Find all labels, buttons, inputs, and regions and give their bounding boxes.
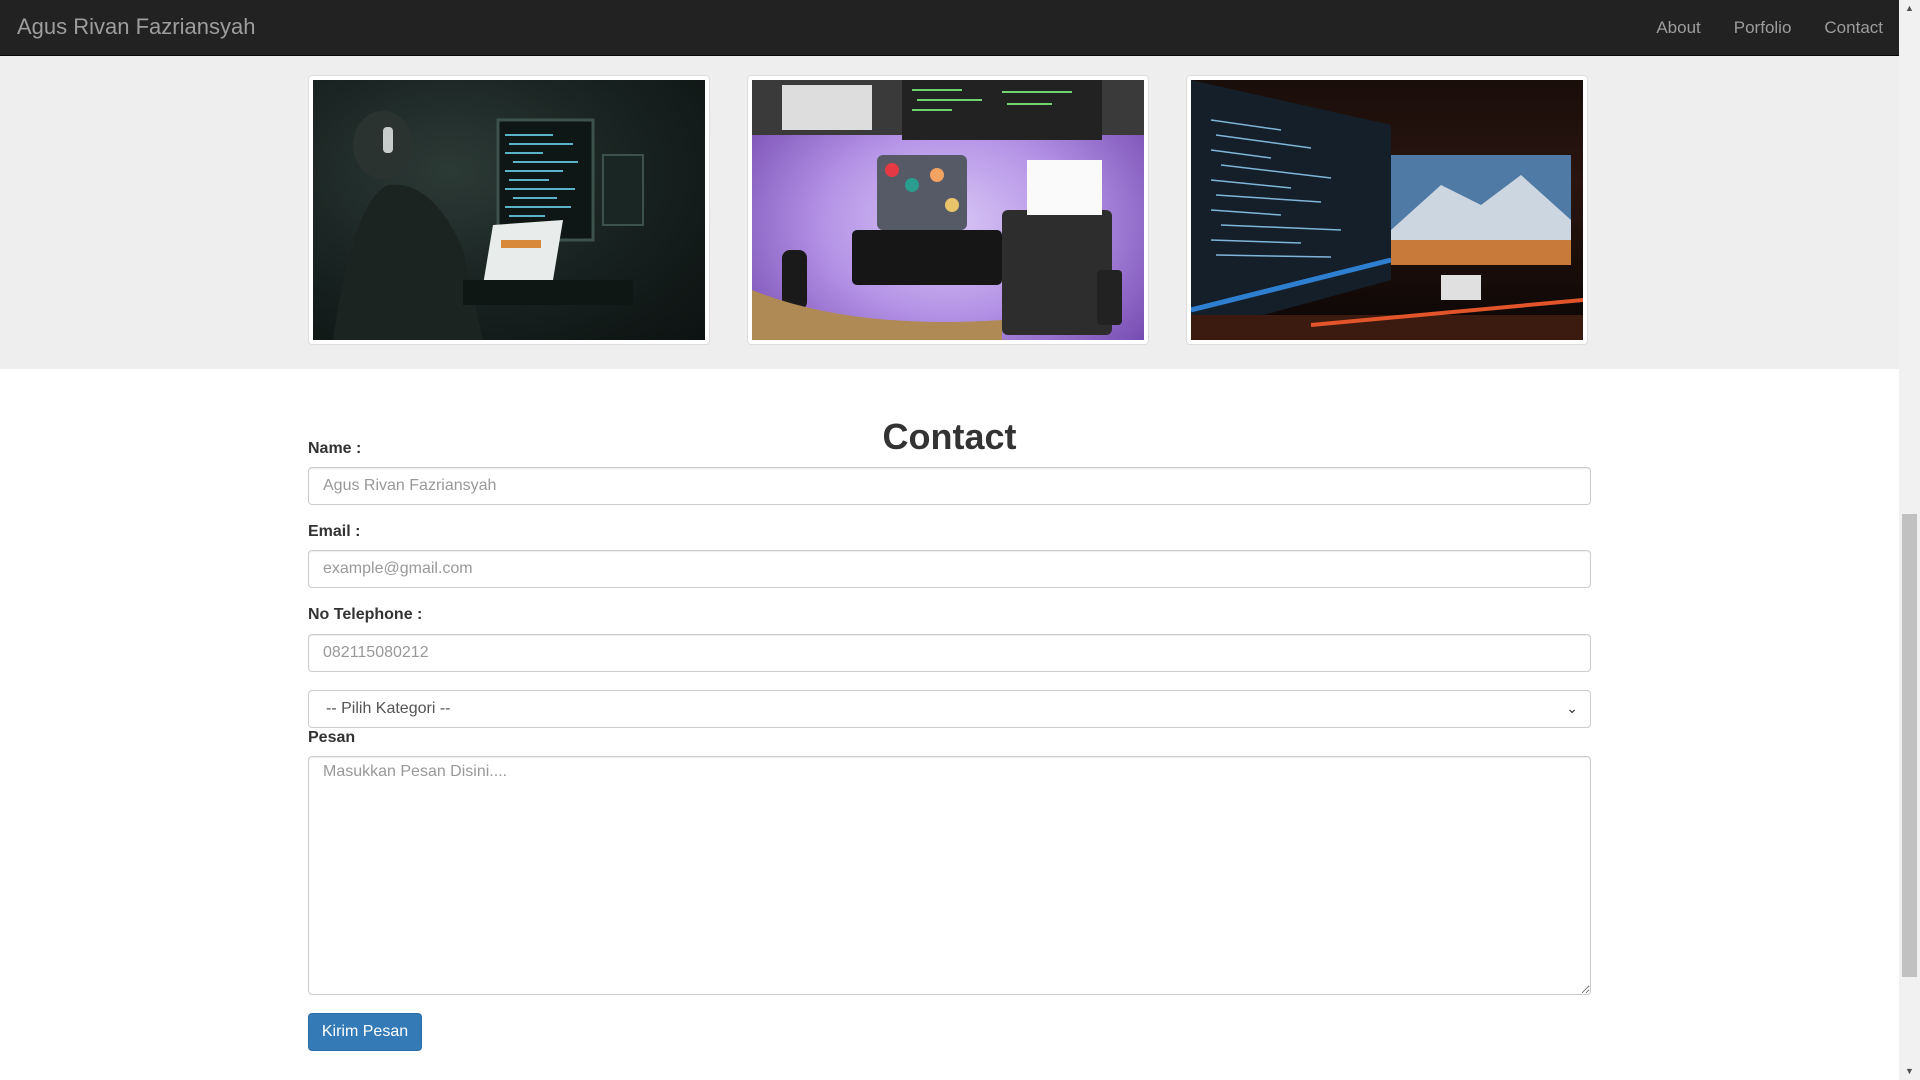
portfolio-thumbnail-2[interactable] — [747, 75, 1149, 345]
contact-title: Contact — [882, 415, 1017, 457]
chevron-down-icon: ⌄ — [1566, 700, 1578, 716]
scrollbar-thumb[interactable] — [1902, 514, 1917, 977]
navbar-brand[interactable]: Agus Rivan Fazriansyah — [17, 14, 255, 40]
portfolio-image-monitors — [1191, 80, 1583, 340]
nav-links: About Porfolio Contact — [1623, 0, 1883, 56]
arrow-up-icon[interactable]: ▲ — [1899, 0, 1920, 17]
name-label: Name : — [308, 440, 362, 457]
portfolio-thumbnail-3[interactable] — [1186, 75, 1588, 345]
email-input[interactable] — [308, 550, 1591, 588]
nav-link-about[interactable]: About — [1656, 18, 1700, 38]
name-input[interactable] — [308, 467, 1591, 505]
portfolio-image-hacker — [313, 80, 705, 340]
vertical-scrollbar[interactable]: ▲ ▼ — [1899, 0, 1920, 1080]
nav-link-contact[interactable]: Contact — [1824, 18, 1883, 38]
submit-button[interactable]: Kirim Pesan — [308, 1013, 422, 1051]
category-select-value: -- Pilih Kategori -- — [326, 700, 451, 717]
portfolio-gallery — [0, 56, 1899, 369]
portfolio-thumbnail-1[interactable] — [308, 75, 710, 345]
category-select[interactable]: -- Pilih Kategori -- ⌄ — [308, 690, 1591, 728]
portfolio-image-desk — [752, 80, 1144, 340]
nav-link-portfolio[interactable]: Porfolio — [1734, 18, 1792, 38]
phone-input[interactable] — [308, 634, 1591, 672]
message-label: Pesan — [308, 729, 356, 746]
phone-label: No Telephone : — [308, 606, 423, 623]
email-label: Email : — [308, 523, 361, 540]
arrow-down-icon[interactable]: ▼ — [1899, 1063, 1920, 1080]
navbar: Agus Rivan Fazriansyah About Porfolio Co… — [0, 0, 1899, 56]
message-textarea[interactable] — [308, 756, 1591, 995]
